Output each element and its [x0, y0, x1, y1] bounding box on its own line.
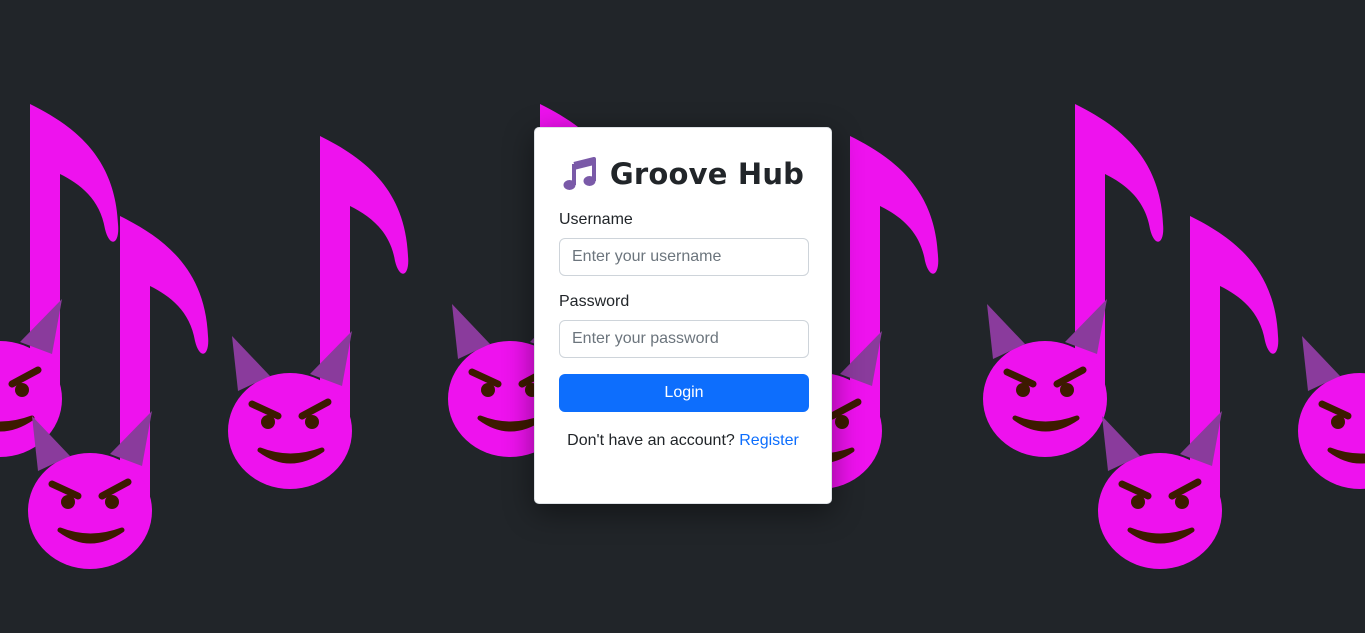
login-card: Groove Hub Username Password Login Don't… — [534, 127, 832, 504]
app-title: Groove Hub — [609, 157, 805, 191]
username-input[interactable] — [559, 238, 809, 276]
devil-note-icon — [228, 136, 408, 489]
devil-note-icon — [1098, 216, 1278, 569]
register-prompt-row: Don't have an account? Register — [559, 432, 807, 450]
password-input[interactable] — [559, 320, 809, 358]
password-label: Password — [559, 293, 630, 310]
username-label: Username — [559, 211, 633, 228]
devil-note-icon — [0, 104, 118, 457]
register-prompt-text: Don't have an account? — [567, 432, 735, 449]
devil-note-icon — [1298, 136, 1365, 489]
register-link[interactable]: Register — [739, 432, 799, 449]
app-header: Groove Hub — [559, 154, 807, 194]
musical-notes-icon — [563, 157, 596, 190]
login-button[interactable]: Login — [559, 374, 809, 412]
devil-note-icon — [983, 104, 1163, 457]
